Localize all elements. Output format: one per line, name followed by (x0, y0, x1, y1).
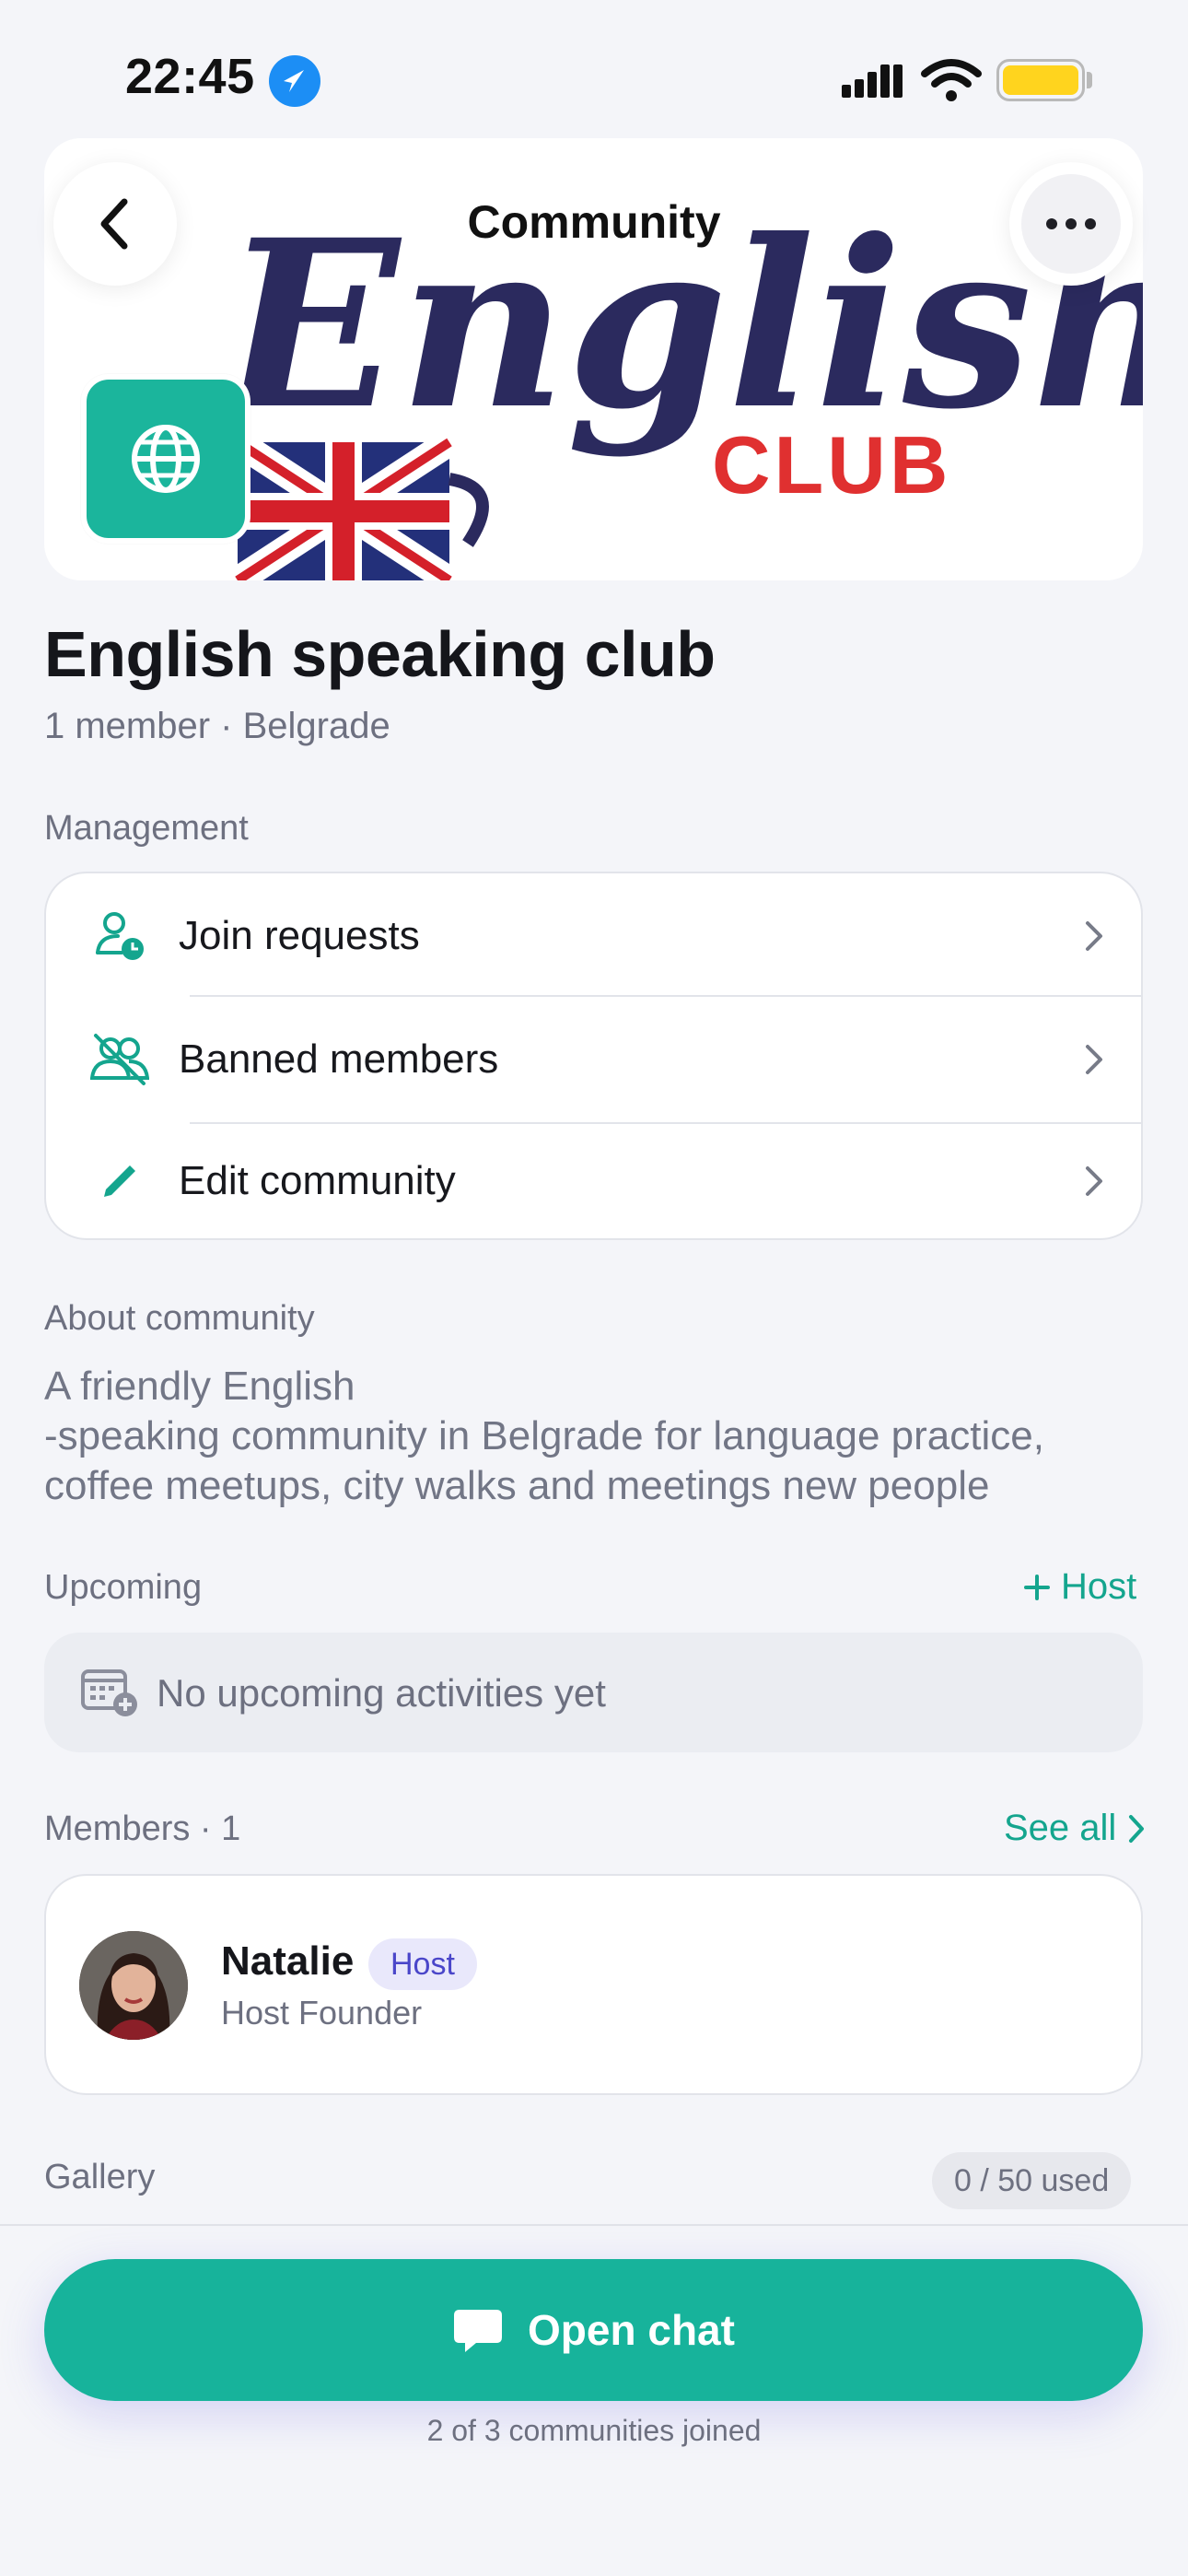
battery-tip (1087, 72, 1092, 88)
chevron-right-icon (1129, 1814, 1145, 1843)
upcoming-label: Upcoming (44, 1568, 203, 1607)
more-options-button[interactable] (1009, 162, 1133, 286)
banned-members-row[interactable]: Banned members (46, 999, 1141, 1120)
community-name: English speaking club (44, 618, 716, 690)
plus-icon (1024, 1574, 1050, 1600)
member-role: Host Founder (221, 1994, 423, 2032)
about-line: coffee meetups, city walks and meetings … (44, 1463, 990, 1508)
host-badge: Host (368, 1938, 477, 1990)
host-link-label: Host (1061, 1566, 1137, 1607)
chevron-right-icon (1086, 1045, 1102, 1074)
banner-club: CLUB (712, 419, 951, 510)
more-dots-icon (1021, 174, 1121, 274)
about-label: About community (44, 1299, 315, 1338)
see-all-members-link[interactable]: See all (1004, 1808, 1147, 1849)
gallery-label: Gallery (44, 2158, 156, 2196)
avatar (79, 1931, 188, 2040)
community-globe-badge (81, 374, 250, 544)
upcoming-empty-text: No upcoming activities yet (157, 1671, 606, 1715)
management-label: Management (44, 809, 249, 848)
member-name: Natalie (221, 1938, 355, 1984)
management-card: Join requests Banned members Edit commun… (44, 872, 1143, 1240)
join-requests-icon (90, 907, 149, 966)
about-line: A friendly English (44, 1364, 355, 1409)
edit-community-label: Edit community (179, 1158, 456, 1203)
location-arrow-icon (269, 55, 320, 107)
pencil-icon (90, 1152, 149, 1211)
open-chat-label: Open chat (528, 2306, 735, 2354)
gallery-usage-badge: 0 / 50 used (932, 2152, 1132, 2209)
globe-icon (132, 425, 200, 493)
members-label: Members · 1 (44, 1809, 241, 1848)
wifi-icon (921, 57, 982, 103)
join-requests-row[interactable]: Join requests (46, 875, 1141, 997)
about-line: -speaking community in Belgrade for lang… (44, 1413, 1044, 1458)
about-description: A friendly English -speaking community i… (44, 1362, 1149, 1511)
banned-members-icon (90, 1030, 149, 1089)
host-activity-button[interactable]: Host (1022, 1566, 1136, 1608)
status-time: 22:45 (125, 49, 255, 104)
chat-bubble-icon (454, 2310, 503, 2352)
divider (190, 995, 1141, 997)
join-requests-label: Join requests (179, 913, 420, 958)
communities-joined-text: 2 of 3 communities joined (426, 2414, 762, 2447)
chevron-right-icon (1086, 1166, 1102, 1196)
battery-icon (996, 59, 1085, 101)
cellular-signal-icon (842, 63, 903, 101)
calendar-add-icon (81, 1666, 140, 1722)
chevron-right-icon (1086, 921, 1102, 951)
community-meta: 1 member · Belgrade (44, 706, 390, 746)
open-chat-button[interactable]: Open chat (44, 2259, 1143, 2401)
see-all-label: See all (1004, 1808, 1117, 1848)
member-card[interactable] (44, 1874, 1143, 2095)
edit-community-row[interactable]: Edit community (46, 1120, 1141, 1242)
banned-members-label: Banned members (179, 1036, 499, 1082)
